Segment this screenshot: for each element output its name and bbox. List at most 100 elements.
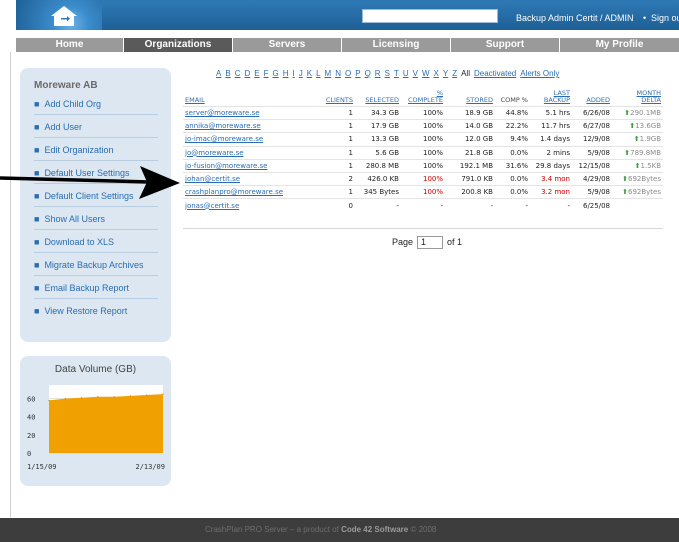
user-email-link[interactable]: annika@moreware.se xyxy=(183,119,315,133)
comp-cell: 31.6% xyxy=(495,158,530,173)
sidebar-item-email-backup-report[interactable]: ■ Email Backup Report xyxy=(34,283,159,293)
added-cell: 6/25/08 xyxy=(572,198,612,212)
sign-out-link[interactable]: Sign out xyxy=(651,13,679,23)
letter-link[interactable]: L xyxy=(316,69,320,78)
col-complete[interactable]: % COMPLETE xyxy=(401,90,445,107)
letter-link[interactable]: U xyxy=(403,69,409,78)
letter-link[interactable]: I xyxy=(293,69,295,78)
month-delta-value: 13.6GB xyxy=(635,122,661,131)
user-email-link[interactable]: crashplanpro@moreware.se xyxy=(183,185,315,199)
sidebar-item-label: Add User xyxy=(44,122,82,132)
table-row: annika@moreware.se 1 17.9 GB 100% 14.0 GB 22.… xyxy=(183,119,663,133)
col-month-delta[interactable]: MONTH DELTA xyxy=(612,90,663,107)
letter-link[interactable]: G xyxy=(272,69,278,78)
bullet-icon: ■ xyxy=(34,99,40,109)
complete-cell: 100% xyxy=(401,185,445,199)
alerts-only-link[interactable]: Alerts Only xyxy=(520,69,559,78)
letter-link[interactable]: D xyxy=(244,69,250,78)
sidebar-item-edit-organization[interactable]: ■ Edit Organization xyxy=(34,145,159,155)
user-email-link[interactable]: jo@moreware.se xyxy=(183,145,315,160)
sidebar-item-add-child-org[interactable]: ■ Add Child Org xyxy=(34,99,159,109)
sidebar-item-show-all-users[interactable]: ■ Show All Users xyxy=(34,214,159,224)
stored-cell: 14.0 GB xyxy=(445,119,495,133)
page-input[interactable]: 1 xyxy=(417,236,444,249)
tab-home[interactable]: Home xyxy=(16,38,124,52)
footer: CrashPlan PRO Server – a product of Code… xyxy=(0,518,679,542)
letter-link[interactable]: C xyxy=(235,69,241,78)
letter-link[interactable]: E xyxy=(254,69,259,78)
sidebar-item-add-user[interactable]: ■ Add User xyxy=(34,122,159,132)
selected-cell: 13.3 GB xyxy=(355,132,401,147)
tab-support[interactable]: Support xyxy=(451,38,560,52)
letter-link[interactable]: Y xyxy=(443,69,448,78)
footer-company: Code 42 Software xyxy=(341,525,409,534)
last-backup-cell: 3.2 mon xyxy=(530,185,572,199)
letter-link[interactable]: K xyxy=(307,69,312,78)
letter-link[interactable]: A xyxy=(216,69,221,78)
logo[interactable] xyxy=(16,0,102,30)
letter-link[interactable]: N xyxy=(335,69,341,78)
letter-link[interactable]: J xyxy=(299,69,303,78)
user-email-link[interactable]: jonas@certit.se xyxy=(183,198,315,212)
col-last-backup[interactable]: LAST BACKUP xyxy=(530,90,572,107)
col-last-line2: BACKUP xyxy=(543,96,570,104)
tab-my-profile[interactable]: My Profile xyxy=(560,38,679,52)
letter-link[interactable]: P xyxy=(355,69,360,78)
clients-cell: 1 xyxy=(315,145,355,160)
letter-link[interactable]: W xyxy=(422,69,430,78)
month-delta-cell: ⬆13.6GB xyxy=(612,119,663,133)
letter-link[interactable]: H xyxy=(283,69,289,78)
letter-link[interactable]: F xyxy=(264,69,269,78)
last-backup-cell: 1.4 days xyxy=(530,132,572,147)
chart-data-point xyxy=(113,396,115,398)
table-row: jo-fusion@moreware.se 1 280.8 MB 100% 192.1 … xyxy=(183,158,663,173)
complete-cell: - xyxy=(401,198,445,212)
letter-link[interactable]: X xyxy=(434,69,439,78)
divider xyxy=(34,206,158,207)
table-row: jonas@certit.se 0- - - - -6/25/08 xyxy=(183,198,663,212)
letter-all[interactable]: All xyxy=(461,69,470,78)
letter-link[interactable]: B xyxy=(225,69,230,78)
deactivated-link[interactable]: Deactivated xyxy=(474,69,516,78)
letter-link[interactable]: M xyxy=(325,69,332,78)
search-input[interactable] xyxy=(362,9,498,23)
chart-y-tick: 20 xyxy=(27,432,35,440)
user-email-link[interactable]: jo-imac@moreware.se xyxy=(183,132,315,147)
user-email-link[interactable]: server@moreware.se xyxy=(183,105,315,120)
comp-cell: 22.2% xyxy=(495,119,530,133)
col-comp: COMP % xyxy=(500,96,528,104)
stored-cell: 18.9 GB xyxy=(445,105,495,120)
sidebar-item-migrate-backup-archives[interactable]: ■ Migrate Backup Archives xyxy=(34,260,159,270)
month-delta-cell: ⬆789.8MB xyxy=(612,145,663,160)
comp-cell: - xyxy=(495,198,530,212)
letter-link[interactable]: Z xyxy=(452,69,457,78)
col-stored[interactable]: STORED xyxy=(445,90,495,107)
month-delta-value: 692Bytes xyxy=(627,175,661,184)
table-row: johan@certit.se 2 426.0 KB 100% 791.0 KB 0.0%… xyxy=(183,171,663,186)
col-clients[interactable]: CLIENTS xyxy=(315,90,355,107)
last-backup-cell: 29.8 days xyxy=(530,158,572,173)
chart-data-point xyxy=(146,394,148,396)
col-selected[interactable]: SELECTED xyxy=(355,90,401,107)
user-email-link[interactable]: jo-fusion@moreware.se xyxy=(183,158,315,173)
col-email[interactable]: EMAIL xyxy=(183,90,315,107)
letter-link[interactable]: T xyxy=(394,69,399,78)
tab-servers[interactable]: Servers xyxy=(233,38,342,52)
month-delta-value: 789.8MB xyxy=(630,148,661,157)
sidebar-item-view-restore-report[interactable]: ■ View Restore Report xyxy=(34,306,159,316)
sidebar-item-download-xls[interactable]: ■ Download to XLS xyxy=(34,237,159,247)
letter-link[interactable]: Q xyxy=(365,69,371,78)
letter-link[interactable]: V xyxy=(413,69,418,78)
footer-prefix: CrashPlan PRO Server – a product of xyxy=(205,525,339,534)
col-added[interactable]: ADDED xyxy=(572,90,612,107)
bullet-icon: ■ xyxy=(34,283,40,293)
clients-cell: 1 xyxy=(315,132,355,147)
letter-link[interactable]: O xyxy=(345,69,351,78)
tab-organizations[interactable]: Organizations xyxy=(124,38,233,52)
letter-link[interactable]: R xyxy=(375,69,381,78)
tab-licensing[interactable]: Licensing xyxy=(342,38,451,52)
main-nav: Home Organizations Servers Licensing Sup… xyxy=(16,38,679,52)
letter-link[interactable]: S xyxy=(385,69,390,78)
user-email-link[interactable]: johan@certit.se xyxy=(183,171,315,186)
chart-data-point xyxy=(97,396,99,398)
